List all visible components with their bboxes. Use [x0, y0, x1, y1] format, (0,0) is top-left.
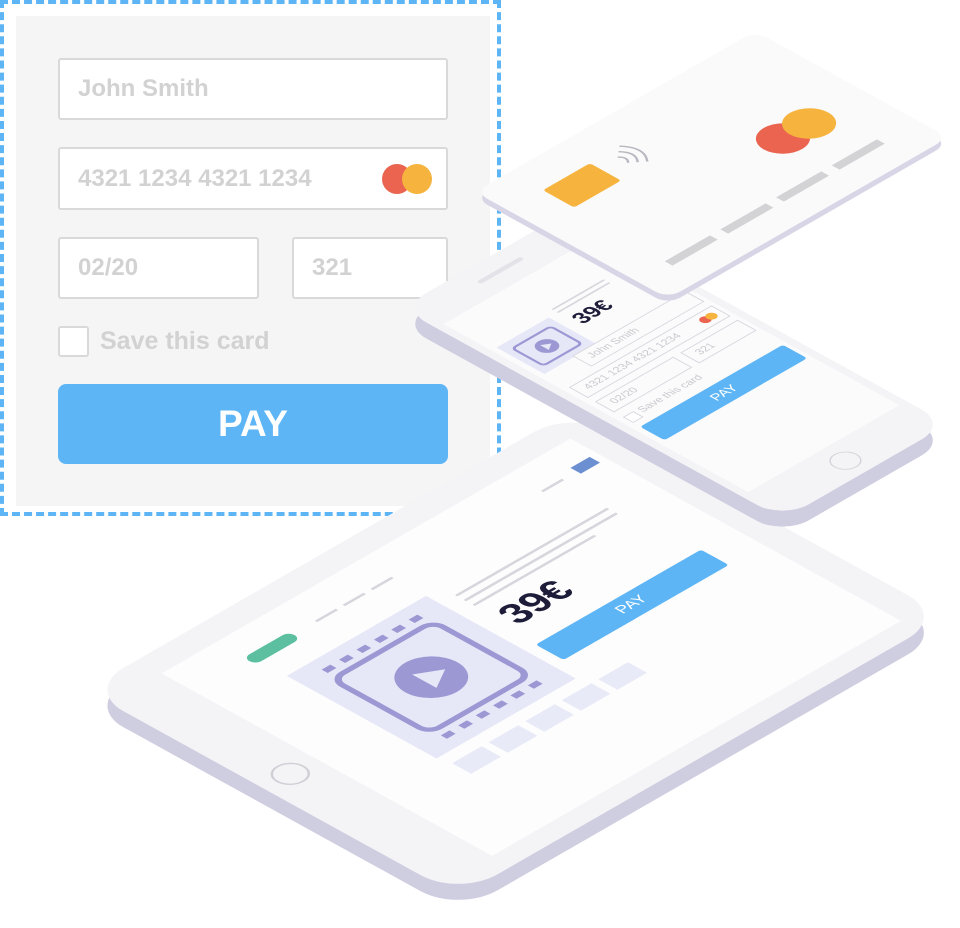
card-chip-icon — [542, 163, 622, 208]
card-number-dash — [664, 235, 718, 266]
thumb-square — [598, 662, 648, 690]
save-card-checkbox[interactable] — [58, 326, 89, 357]
expiry-input[interactable]: 02/20 — [58, 237, 259, 299]
home-button-icon[interactable] — [822, 447, 869, 474]
contactless-icon — [617, 145, 649, 163]
dash — [540, 478, 565, 493]
thumb-square — [452, 746, 501, 774]
thumb-square — [561, 683, 611, 711]
dash — [314, 608, 339, 623]
green-pill — [243, 631, 301, 665]
cvv-value: 321 — [312, 254, 353, 281]
video-play-icon — [512, 326, 582, 366]
cvv-input[interactable]: 321 — [292, 237, 448, 299]
phone-save-checkbox[interactable] — [622, 411, 644, 423]
thumb-square — [525, 704, 574, 732]
card-number-value: 4321 1234 4321 1234 — [78, 164, 312, 192]
save-card-label: Save this card — [100, 327, 270, 355]
phone-cvv-value: 321 — [692, 341, 719, 357]
blue-tag — [570, 456, 601, 474]
tablet-pay-label: PAY — [611, 593, 653, 617]
card-number-dash — [831, 139, 885, 170]
home-button-icon[interactable] — [262, 758, 319, 790]
speaker — [476, 256, 525, 285]
phone-pay-label: PAY — [705, 382, 742, 403]
name-input-value: John Smith — [78, 75, 209, 102]
card-number-input[interactable]: 4321 1234 4321 1234 — [58, 147, 448, 210]
video-thumbnail — [496, 317, 597, 374]
dash — [342, 592, 367, 607]
thumb-square — [488, 725, 538, 753]
pay-button-label: PAY — [218, 403, 288, 444]
card-number-dash — [720, 203, 774, 234]
pay-button[interactable]: PAY — [58, 384, 448, 464]
price: 39€ — [487, 575, 585, 630]
name-input[interactable]: John Smith — [58, 58, 448, 120]
phone-expiry-value: 02/20 — [607, 385, 642, 406]
dash — [370, 576, 394, 591]
expiry-value: 02/20 — [78, 254, 139, 281]
card-number-dash — [776, 171, 830, 202]
